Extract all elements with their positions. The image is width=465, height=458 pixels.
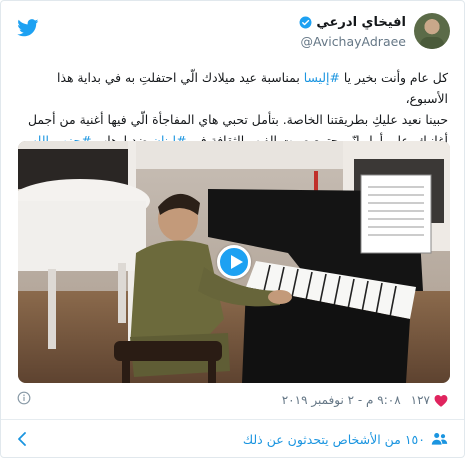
tweet-text-segment: كل عام وأنت بخير يا <box>339 70 448 85</box>
handle[interactable]: @AvichayAdraee <box>299 34 407 49</box>
people-icon <box>431 432 448 445</box>
heart-icon <box>434 394 448 407</box>
avatar[interactable] <box>414 13 450 49</box>
twitter-bird-icon[interactable] <box>17 19 39 37</box>
like-button[interactable]: ١٢٧ <box>411 393 448 407</box>
play-button[interactable] <box>217 245 251 279</box>
info-icon[interactable] <box>17 391 31 405</box>
tweet-timestamp[interactable]: ٩:٠٨ م - ٢ نوفمبر ٢٠١٩ <box>282 393 401 407</box>
chevron-down-icon[interactable] <box>17 432 27 446</box>
tweet-text: كل عام وأنت بخير يا #إليسا بمناسبة عيد م… <box>17 67 448 151</box>
people-talking-text[interactable]: ١٥٠ من الأشخاص يتحدثون عن ذلك <box>243 432 425 447</box>
author-names[interactable]: افيخاي ادرعي @AvichayAdraee <box>299 13 406 49</box>
verified-icon <box>299 16 312 28</box>
tweet-card: افيخاي ادرعي @AvichayAdraee كل عام وأنت … <box>0 0 465 458</box>
tweet-line-1: كل عام وأنت بخير يا #إليسا بمناسبة عيد م… <box>17 67 448 109</box>
display-name[interactable]: افيخاي ادرعي <box>316 15 406 30</box>
hashtag-elissa[interactable]: #إليسا <box>304 70 340 85</box>
people-talking-link[interactable]: ١٥٠ من الأشخاص يتحدثون عن ذلك <box>243 432 448 447</box>
tweet-meta: ١٢٧ ٩:٠٨ م - ٢ نوفمبر ٢٠١٩ <box>17 391 448 409</box>
tweet-header: افيخاي ادرعي @AvichayAdraee <box>15 13 450 57</box>
tweet-footer: ١٥٠ من الأشخاص يتحدثون عن ذلك <box>1 420 464 458</box>
tweet-line-2: حبينا نعيد عليكِ بطريقتنا الخاصة. بتأمل … <box>27 112 448 127</box>
like-count: ١٢٧ <box>410 393 430 407</box>
